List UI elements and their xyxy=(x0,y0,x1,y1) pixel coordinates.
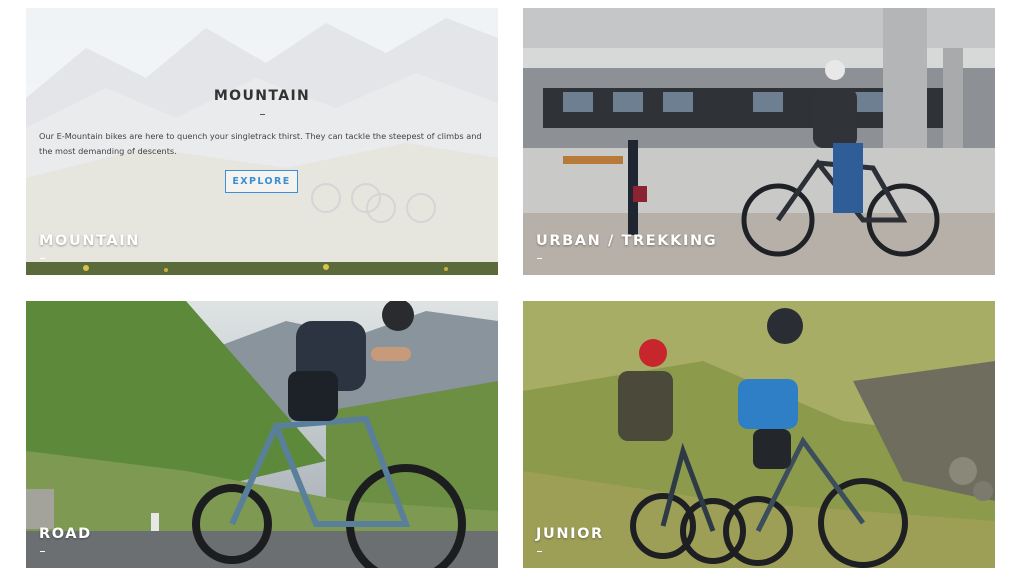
explore-button[interactable]: EXPLORE xyxy=(225,170,298,193)
tile-label-urban-trekking: URBAN / TREKKING xyxy=(536,233,718,249)
category-hover-overlay: MOUNTAIN Our E-Mountain bikes are here t… xyxy=(26,8,498,262)
category-tile-urban-trekking[interactable]: URBAN / TREKKING xyxy=(523,8,995,275)
overlay-title: MOUNTAIN xyxy=(213,88,311,104)
tile-label-junior: JUNIOR xyxy=(536,526,604,542)
category-tile-road[interactable]: ROAD xyxy=(26,301,498,568)
tile-label-road: ROAD xyxy=(39,526,92,542)
tile-label-divider xyxy=(537,258,542,259)
overlay-divider xyxy=(260,114,265,115)
overlay-description: Our E-Mountain bikes are here to quench … xyxy=(39,131,482,156)
category-tile-mountain[interactable]: MOUNTAIN Our E-Mountain bikes are here t… xyxy=(26,8,498,275)
tile-label-mountain: MOUNTAIN xyxy=(39,233,140,249)
tile-label-divider xyxy=(40,551,45,552)
road-photo xyxy=(26,301,498,568)
tile-label-divider xyxy=(537,551,542,552)
tile-label-divider xyxy=(40,258,45,259)
category-tile-junior[interactable]: JUNIOR xyxy=(523,301,995,568)
